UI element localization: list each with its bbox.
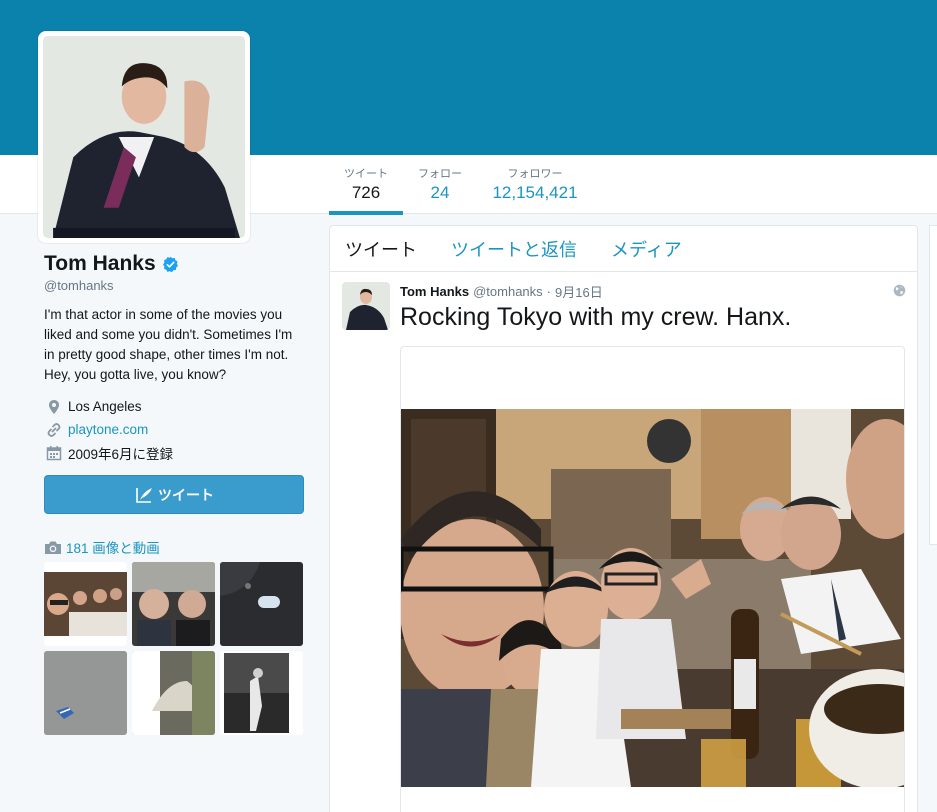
tweet-avatar[interactable]: [342, 282, 390, 330]
photos-videos-link[interactable]: 181 画像と動画: [44, 537, 160, 557]
timeline-tabs: ツイート ツイートと返信 メディア: [330, 226, 917, 272]
tweet-media-card[interactable]: [400, 346, 905, 812]
tweet-photo-image: [401, 409, 904, 787]
calendar-icon: [46, 445, 62, 460]
link-icon: [47, 422, 61, 437]
stat-tweets[interactable]: ツイート 726: [329, 155, 403, 215]
tweet-button-label: ツイート: [158, 486, 214, 503]
website-link[interactable]: playtone.com: [68, 422, 148, 437]
stat-value: 12,154,421: [492, 183, 578, 202]
stat-value: 726: [351, 183, 381, 202]
joined-text: 2009年6月に登録: [68, 446, 174, 462]
tab-media[interactable]: メディア: [611, 236, 682, 262]
thumbnail-image: [132, 651, 215, 735]
location-pin-icon: [49, 399, 59, 414]
stat-followers[interactable]: フォロワー 12,154,421: [483, 155, 587, 214]
tab-tweets-and-replies[interactable]: ツイートと返信: [451, 236, 577, 262]
media-thumbnail[interactable]: [220, 651, 303, 735]
stat-following[interactable]: フォロー 24: [403, 155, 477, 214]
profile-name[interactable]: Tom Hanks: [44, 252, 156, 276]
stat-label: フォロー: [418, 168, 462, 180]
tab-tweets[interactable]: ツイート: [345, 236, 417, 262]
tweet-avatar-image: [342, 282, 390, 330]
thumbnail-image: [44, 562, 127, 646]
tweet-item[interactable]: Tom Hanks @tomhanks · 9月16日 Rocking Toky…: [330, 272, 917, 812]
media-link-label: 181 画像と動画: [66, 541, 160, 556]
profile-location: Los Angeles: [44, 395, 306, 418]
right-sidebar-edge: [929, 225, 937, 545]
feather-icon: [136, 487, 152, 503]
globe-icon: [893, 284, 906, 297]
profile-meta: Los Angeles playtone.com 2009年6月に登録: [44, 395, 306, 464]
stat-label: フォロワー: [507, 168, 563, 180]
profile-website[interactable]: playtone.com: [44, 418, 306, 441]
media-thumbnail[interactable]: [132, 651, 215, 735]
tweet-author-name[interactable]: Tom Hanks: [400, 284, 469, 299]
tweet-to-button[interactable]: ツイート: [44, 475, 304, 514]
media-thumbnail[interactable]: [220, 562, 303, 646]
separator-dot: ·: [546, 283, 552, 299]
stat-value: 24: [430, 183, 450, 202]
media-thumbnail[interactable]: [44, 651, 127, 735]
profile-joined: 2009年6月に登録: [44, 441, 306, 464]
media-thumbnail[interactable]: [132, 562, 215, 646]
profile-stats: ツイート 726 フォロー 24 フォロワー 12,154,421: [329, 155, 587, 215]
profile-handle[interactable]: @tomhanks: [44, 278, 306, 293]
timeline-panel: ツイート ツイートと返信 メディア Tom Hanks @tomhanks · …: [329, 225, 918, 812]
tweet-photo[interactable]: [401, 409, 904, 787]
media-thumbnail[interactable]: [44, 562, 127, 646]
location-text: Los Angeles: [68, 399, 142, 414]
verified-badge-icon: [162, 256, 178, 272]
media-thumbnail-grid: [44, 562, 304, 735]
thumbnail-image: [132, 562, 215, 646]
profile-avatar[interactable]: [38, 31, 250, 243]
tweet-text: Rocking Tokyo with my crew. Hanx.: [400, 303, 792, 331]
stat-label: ツイート: [344, 168, 388, 180]
thumbnail-image: [220, 562, 303, 646]
tweet-timestamp[interactable]: 9月16日: [555, 282, 603, 301]
avatar-photo: [43, 36, 245, 238]
profile-card: Tom Hanks @tomhanks I'm that actor in so…: [44, 252, 306, 514]
tweet-author-handle[interactable]: @tomhanks: [473, 284, 543, 299]
camera-icon: [45, 541, 61, 554]
thumbnail-image: [44, 651, 127, 735]
thumbnail-image: [220, 651, 303, 735]
profile-bio: I'm that actor in some of the movies you…: [44, 307, 293, 382]
